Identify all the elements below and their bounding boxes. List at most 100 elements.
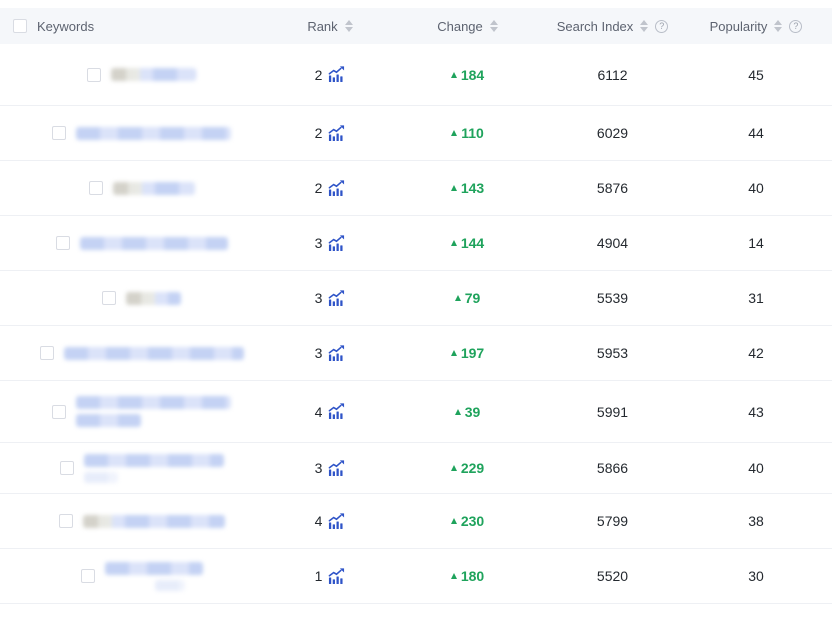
row-checkbox[interactable] (40, 346, 54, 360)
sort-icon[interactable] (345, 20, 353, 32)
row-checkbox[interactable] (87, 68, 101, 82)
column-header-change[interactable]: Change (390, 19, 545, 34)
redacted-keyword[interactable] (113, 182, 195, 195)
popularity-cell: 45 (680, 67, 832, 83)
popularity-cell: 42 (680, 345, 832, 361)
column-header-popularity[interactable]: Popularity ? (680, 19, 832, 34)
change-cell: 230 (390, 513, 545, 529)
change-value: 143 (461, 180, 484, 196)
help-icon[interactable]: ? (655, 20, 668, 33)
redacted-keyword[interactable] (84, 454, 224, 483)
search-index-cell: 6112 (545, 67, 680, 83)
table-body: 2 184 6112 (0, 44, 832, 604)
popularity-value: 44 (748, 125, 764, 141)
search-index-value: 5991 (597, 404, 628, 420)
redacted-keyword-line (126, 292, 181, 305)
row-checkbox[interactable] (52, 126, 66, 140)
search-index-cell: 4904 (545, 235, 680, 251)
trend-chart-icon[interactable] (328, 235, 345, 252)
help-icon[interactable]: ? (789, 20, 802, 33)
search-index-cell: 5866 (545, 460, 680, 476)
rank-value: 3 (315, 290, 323, 306)
redacted-keyword[interactable] (126, 292, 181, 305)
keyword-cell (0, 396, 270, 427)
trend-chart-icon[interactable] (328, 290, 345, 307)
popularity-cell: 43 (680, 404, 832, 420)
sort-icon[interactable] (774, 20, 782, 32)
trend-chart-icon[interactable] (328, 568, 345, 585)
change-cell: 180 (390, 568, 545, 584)
column-header-rank[interactable]: Rank (270, 19, 390, 34)
rank-value: 3 (315, 235, 323, 251)
up-arrow-icon (451, 240, 457, 246)
table-row: 2 143 5876 (0, 161, 832, 216)
rank-cell: 4 (270, 403, 390, 420)
popularity-value: 43 (748, 404, 764, 420)
trend-chart-icon[interactable] (328, 403, 345, 420)
redacted-keyword[interactable] (83, 515, 225, 528)
trend-chart-icon[interactable] (328, 345, 345, 362)
sort-icon[interactable] (490, 20, 498, 32)
popularity-value: 14 (748, 235, 764, 251)
row-checkbox[interactable] (81, 569, 95, 583)
rank-value: 2 (315, 125, 323, 141)
popularity-cell: 14 (680, 235, 832, 251)
up-arrow-icon (451, 573, 457, 579)
change-cell: 144 (390, 235, 545, 251)
search-index-value: 6029 (597, 125, 628, 141)
trend-chart-icon[interactable] (328, 460, 345, 477)
row-checkbox[interactable] (89, 181, 103, 195)
column-header-keywords: Keywords (0, 19, 270, 34)
redacted-keyword-line (76, 127, 231, 140)
rank-value: 3 (315, 345, 323, 361)
rank-cell: 3 (270, 460, 390, 477)
redacted-keyword[interactable] (64, 347, 244, 360)
row-checkbox[interactable] (59, 514, 73, 528)
trend-chart-icon[interactable] (328, 180, 345, 197)
select-all-checkbox[interactable] (13, 19, 27, 33)
keyword-cell (0, 68, 270, 82)
keyword-cell (0, 562, 270, 591)
search-index-value: 6112 (597, 67, 627, 83)
redacted-keyword[interactable] (76, 396, 231, 427)
table-row: 4 230 5799 (0, 494, 832, 549)
redacted-keyword-line (76, 396, 231, 409)
keyword-cell (0, 181, 270, 195)
popularity-value: 30 (748, 568, 764, 584)
popularity-cell: 30 (680, 568, 832, 584)
redacted-keyword-line (80, 237, 228, 250)
rank-cell: 2 (270, 66, 390, 83)
trend-chart-icon[interactable] (328, 66, 345, 83)
column-label-change: Change (437, 19, 483, 34)
redacted-keyword[interactable] (76, 127, 231, 140)
change-cell: 229 (390, 460, 545, 476)
table-row: 3 79 5539 (0, 271, 832, 326)
row-checkbox[interactable] (102, 291, 116, 305)
search-index-cell: 5799 (545, 513, 680, 529)
rank-value: 2 (315, 180, 323, 196)
trend-chart-icon[interactable] (328, 513, 345, 530)
table-header: Keywords Rank Change Search Index ? Popu… (0, 8, 832, 44)
redacted-keyword[interactable] (105, 562, 203, 591)
redacted-keyword[interactable] (80, 237, 228, 250)
trend-chart-icon[interactable] (328, 125, 345, 142)
change-cell: 143 (390, 180, 545, 196)
change-value: 180 (461, 568, 484, 584)
redacted-keyword-line (155, 580, 185, 591)
redacted-keyword[interactable] (111, 68, 196, 81)
row-checkbox[interactable] (60, 461, 74, 475)
popularity-value: 40 (748, 460, 764, 476)
table-row: 3 229 5866 (0, 443, 832, 494)
popularity-value: 38 (748, 513, 764, 529)
table-row: 2 110 6029 (0, 106, 832, 161)
column-label-keywords: Keywords (37, 19, 94, 34)
column-header-search-index[interactable]: Search Index ? (545, 19, 680, 34)
row-checkbox[interactable] (52, 405, 66, 419)
sort-icon[interactable] (640, 20, 648, 32)
rank-value: 1 (315, 568, 323, 584)
redacted-keyword-line (113, 182, 195, 195)
popularity-cell: 31 (680, 290, 832, 306)
row-checkbox[interactable] (56, 236, 70, 250)
search-index-cell: 5520 (545, 568, 680, 584)
change-value: 230 (461, 513, 484, 529)
